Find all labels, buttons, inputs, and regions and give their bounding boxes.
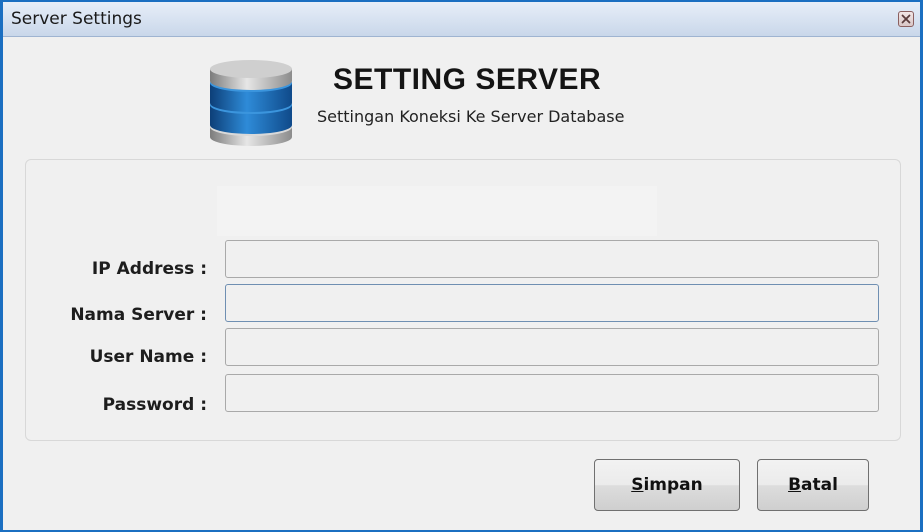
close-icon [901,14,911,24]
user-name-input[interactable] [225,328,879,366]
close-button[interactable] [898,11,914,27]
cancel-mnemonic: B [788,475,802,495]
window-title: Server Settings [11,9,142,29]
save-label: impan [643,475,703,495]
database-icon [210,60,292,146]
server-name-label: Nama Server : [70,305,207,325]
user-name-label: User Name : [89,347,207,367]
title-bar[interactable]: Server Settings [3,2,920,37]
page-title: SETTING SERVER [333,63,602,96]
header: SETTING SERVER Settingan Koneksi Ke Serv… [3,37,920,157]
blank-panel [217,186,657,236]
password-input[interactable] [225,374,879,412]
password-label: Password : [102,395,207,415]
save-mnemonic: S [631,475,644,495]
server-settings-window: Server Settings SETTING SERVER Settingan… [0,0,923,532]
ip-address-label: IP Address : [91,259,207,279]
save-button[interactable]: Simpan [594,459,740,511]
server-name-input[interactable] [225,284,879,322]
connection-group: IP Address : Nama Server : User Name : P… [25,159,901,441]
page-subtitle: Settingan Koneksi Ke Server Database [317,107,625,126]
cancel-button[interactable]: Batal [757,459,869,511]
cancel-label: atal [801,475,838,495]
ip-address-input[interactable] [225,240,879,278]
